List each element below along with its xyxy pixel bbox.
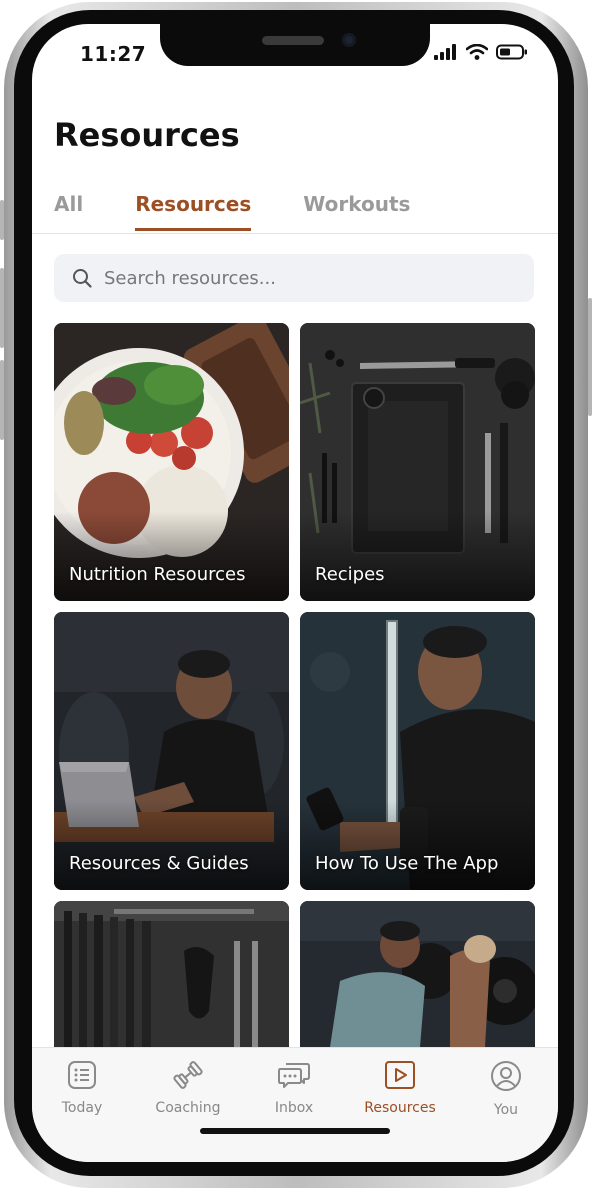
list-icon bbox=[68, 1061, 96, 1089]
volume-up-button bbox=[0, 268, 4, 348]
card-label: Resources & Guides bbox=[69, 853, 249, 874]
card-shade bbox=[300, 800, 535, 890]
search-bar[interactable] bbox=[54, 254, 534, 302]
dumbbell-icon bbox=[173, 1061, 203, 1089]
play-icon bbox=[385, 1061, 415, 1089]
nav-today[interactable]: Today bbox=[37, 1060, 127, 1116]
tab-bar: All Resources Workouts bbox=[54, 192, 462, 231]
nav-coaching-label: Coaching bbox=[155, 1100, 221, 1116]
card-how-to-use-the-app[interactable]: How To Use The App bbox=[300, 612, 535, 890]
card-shade bbox=[54, 800, 289, 890]
card-label: How To Use The App bbox=[315, 853, 499, 874]
card-shade bbox=[300, 511, 535, 601]
volume-down-button bbox=[0, 360, 4, 440]
card-shade bbox=[54, 511, 289, 601]
home-indicator[interactable] bbox=[200, 1128, 390, 1134]
gym-training-image bbox=[300, 901, 535, 1047]
status-time: 11:27 bbox=[80, 42, 147, 66]
card-label: Nutrition Resources bbox=[69, 564, 246, 585]
nav-inbox-label: Inbox bbox=[274, 1100, 314, 1116]
cellular-signal-icon bbox=[434, 44, 456, 60]
search-input[interactable] bbox=[102, 266, 506, 290]
card-recipes[interactable]: Recipes bbox=[300, 323, 535, 601]
card-equipment[interactable] bbox=[54, 901, 289, 1047]
tab-divider bbox=[32, 233, 558, 234]
nav-inbox[interactable]: Inbox bbox=[249, 1060, 339, 1116]
page-title: Resources bbox=[54, 116, 240, 154]
tab-resources[interactable]: Resources bbox=[135, 192, 252, 231]
wifi-icon bbox=[466, 44, 488, 60]
nav-resources-label: Resources bbox=[364, 1100, 436, 1116]
search-icon bbox=[73, 269, 92, 288]
nav-coaching[interactable]: Coaching bbox=[143, 1060, 233, 1116]
battery-icon bbox=[496, 44, 527, 60]
app-screen: 11:27 Resources All Resources Workouts S… bbox=[32, 24, 558, 1162]
tab-all[interactable]: All bbox=[54, 192, 83, 231]
notch bbox=[160, 24, 430, 66]
card-training[interactable] bbox=[300, 901, 535, 1047]
resistance-bands-image bbox=[54, 901, 289, 1047]
power-button bbox=[588, 298, 592, 416]
nav-resources[interactable]: Resources bbox=[355, 1060, 445, 1116]
status-icons bbox=[434, 44, 528, 60]
silent-switch bbox=[0, 200, 4, 240]
card-nutrition-resources[interactable]: Nutrition Resources bbox=[54, 323, 289, 601]
nav-you-label: You bbox=[493, 1102, 519, 1118]
card-resources-guides[interactable]: Resources & Guides bbox=[54, 612, 289, 890]
tab-workouts[interactable]: Workouts bbox=[303, 192, 410, 231]
camera-icon bbox=[342, 33, 356, 47]
user-icon bbox=[491, 1061, 521, 1091]
speaker-grille bbox=[262, 36, 324, 45]
nav-today-label: Today bbox=[61, 1100, 103, 1116]
chat-icon bbox=[278, 1063, 310, 1088]
card-label: Recipes bbox=[315, 564, 385, 585]
nav-you[interactable]: You bbox=[461, 1060, 551, 1118]
bottom-nav: Today Coaching Inbox Resources You bbox=[32, 1047, 558, 1162]
